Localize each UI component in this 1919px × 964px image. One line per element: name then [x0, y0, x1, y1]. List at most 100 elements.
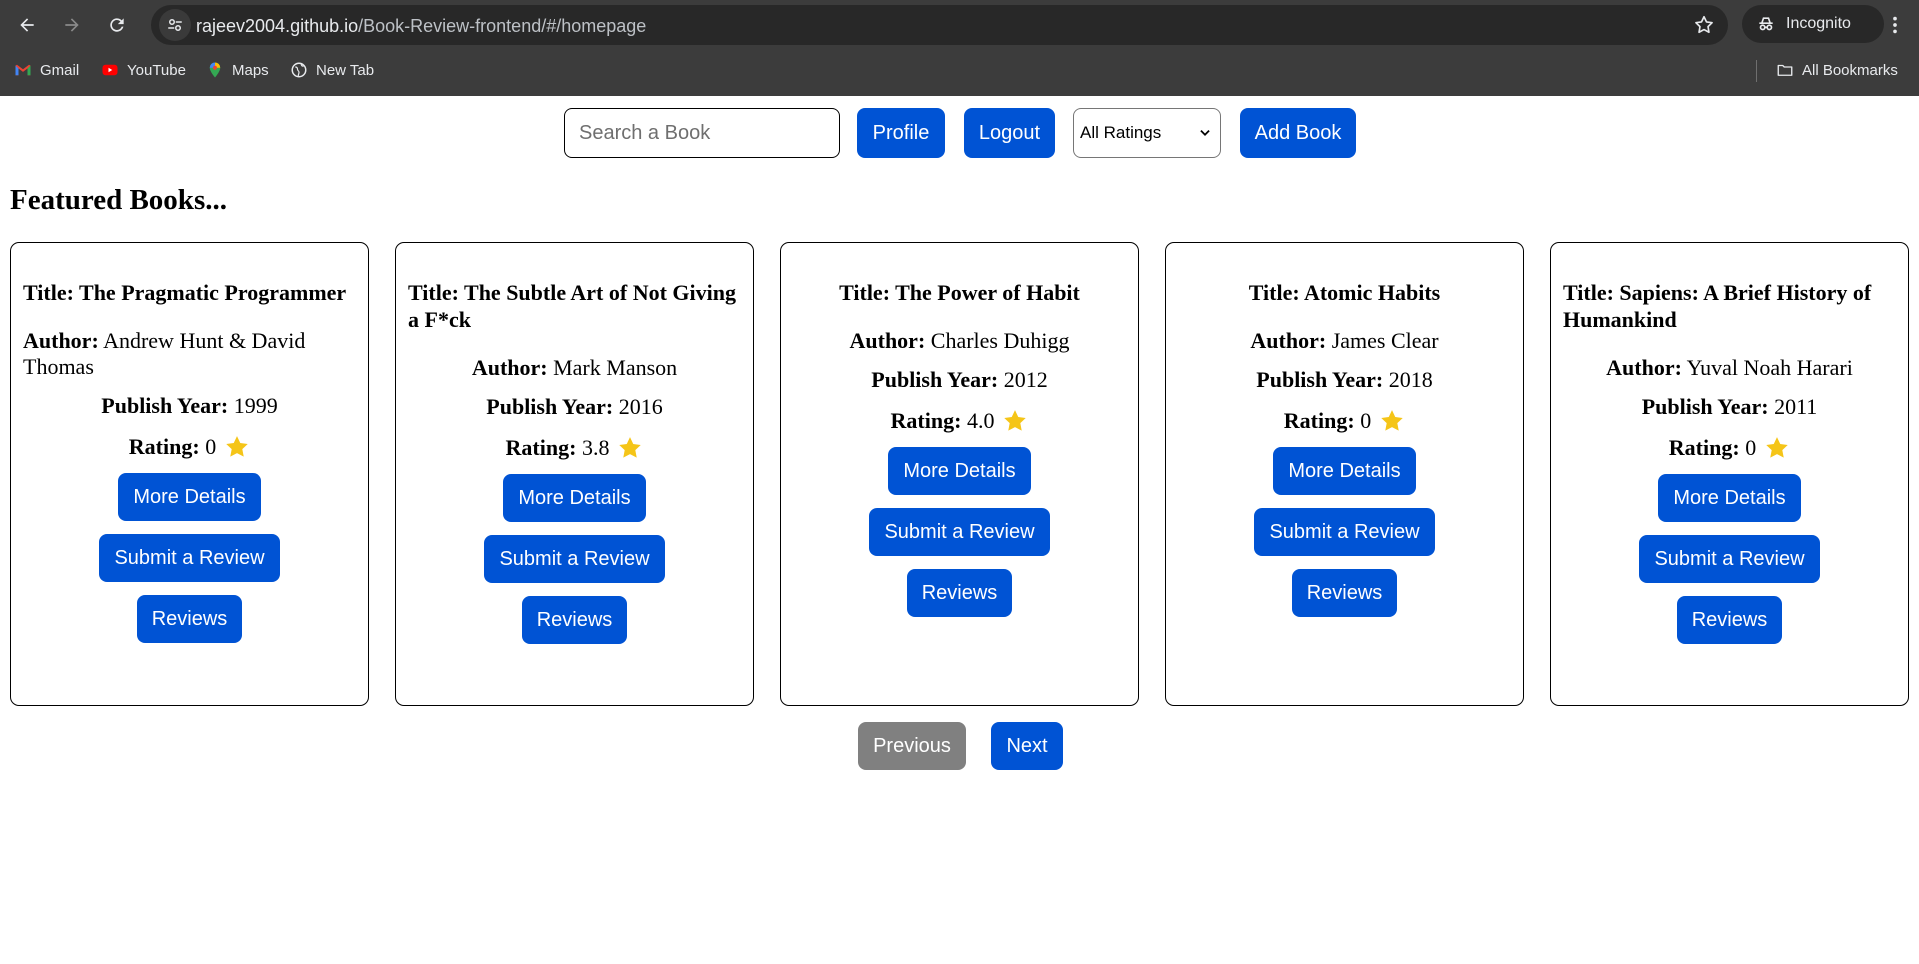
reviews-button[interactable]: Reviews: [521, 596, 628, 644]
reload-button[interactable]: [100, 8, 134, 42]
gmail-icon: [15, 64, 31, 76]
bookmark-star-button[interactable]: [1692, 13, 1716, 37]
star-icon: [619, 437, 642, 458]
address-bar[interactable]: rajeev2004.github.io/Book-Review-fronten…: [151, 5, 1728, 45]
book-author: Author: Andrew Hunt & David Thomas: [23, 328, 356, 380]
rating-label: Rating:: [890, 408, 962, 433]
book-publish-year: Publish Year: 2011: [1563, 394, 1896, 420]
bookmark-label: Maps: [232, 61, 269, 79]
publish-year-label: Publish Year:: [871, 367, 999, 392]
rating-label: Rating:: [1668, 435, 1740, 460]
book-author: Author: Mark Manson: [408, 355, 741, 381]
bookmark-maps[interactable]: Maps: [206, 58, 269, 82]
bookmark-label: New Tab: [316, 61, 375, 79]
author-label: Author:: [849, 328, 926, 353]
browser-menu-button[interactable]: [1880, 10, 1910, 40]
bookmark-youtube[interactable]: YouTube: [101, 58, 186, 82]
profile-button[interactable]: Profile: [857, 108, 945, 158]
bookmark-label: Gmail: [40, 61, 80, 79]
next-page-button[interactable]: Next: [991, 722, 1063, 770]
book-actions: More Details Submit a Review Reviews: [1178, 447, 1511, 617]
book-publish-year: Publish Year: 1999: [23, 393, 356, 419]
publish-year-label: Publish Year:: [1256, 367, 1384, 392]
book-rating: Rating: 0: [23, 434, 356, 460]
book-card: Title: The Pragmatic Programmer Author: …: [10, 242, 369, 706]
rating-label: Rating:: [128, 434, 200, 459]
submit-review-button[interactable]: Submit a Review: [1639, 535, 1820, 583]
more-details-button[interactable]: More Details: [1658, 474, 1801, 522]
book-author: Author: Charles Duhigg: [793, 328, 1126, 354]
rating-label: Rating:: [1283, 408, 1355, 433]
author-label: Author:: [23, 328, 99, 353]
star-icon: [1766, 437, 1788, 458]
tune-icon: [168, 19, 182, 31]
reviews-button[interactable]: Reviews: [1676, 596, 1783, 644]
book-title: Title: Sapiens: A Brief History of Human…: [1563, 280, 1872, 332]
incognito-indicator[interactable]: Incognito: [1742, 5, 1884, 43]
maps-icon: [209, 62, 221, 78]
more-details-button[interactable]: More Details: [503, 474, 646, 522]
book-publish-year: Publish Year: 2018: [1178, 367, 1511, 393]
publish-year-value: 2018: [1388, 367, 1433, 392]
bookmarks-divider: [1756, 60, 1757, 82]
all-bookmarks-button[interactable]: All Bookmarks: [1776, 58, 1898, 82]
more-details-button[interactable]: More Details: [1273, 447, 1416, 495]
book-publish-year: Publish Year: 2016: [408, 394, 741, 420]
browser-toolbar: rajeev2004.github.io/Book-Review-fronten…: [0, 0, 1919, 48]
submit-review-button[interactable]: Submit a Review: [1254, 508, 1435, 556]
back-button[interactable]: [10, 8, 44, 42]
book-card: Title: The Power of Habit Author: Charle…: [780, 242, 1139, 706]
arrow-left-icon: [20, 18, 34, 32]
book-title: Title: The Subtle Art of Not Giving a F*…: [408, 280, 736, 332]
book-title: Title: The Pragmatic Programmer: [23, 280, 347, 305]
star-icon: [1004, 410, 1027, 431]
page-content: Profile Logout All Ratings Add Book Feat…: [0, 96, 1919, 964]
folder-icon: [1777, 64, 1793, 76]
submit-review-button[interactable]: Submit a Review: [484, 535, 665, 583]
publish-year-value: 2011: [1774, 394, 1818, 419]
rating-value: 0: [205, 434, 217, 459]
url-text[interactable]: rajeev2004.github.io/Book-Review-fronten…: [196, 16, 646, 36]
book-rating: Rating: 3.8: [408, 435, 741, 461]
site-info-button[interactable]: [159, 9, 191, 41]
ratings-selected-value: All Ratings: [1080, 123, 1162, 142]
top-controls: Profile Logout All Ratings Add Book: [0, 108, 1919, 158]
forward-button[interactable]: [55, 8, 89, 42]
ratings-filter-select[interactable]: All Ratings: [1073, 108, 1221, 158]
previous-page-button[interactable]: Previous: [858, 722, 966, 770]
reviews-button[interactable]: Reviews: [136, 595, 243, 643]
browser-chrome: rajeev2004.github.io/Book-Review-fronten…: [0, 0, 1919, 96]
author-value: Yuval Noah Harari: [1686, 355, 1853, 380]
author-label: Author:: [1606, 355, 1682, 380]
reviews-button[interactable]: Reviews: [906, 569, 1013, 617]
author-value: Charles Duhigg: [930, 328, 1070, 353]
rating-value: 0: [1360, 408, 1372, 433]
book-author: Author: Yuval Noah Harari: [1563, 355, 1896, 381]
arrow-right-icon: [65, 18, 79, 32]
submit-review-button[interactable]: Submit a Review: [869, 508, 1050, 556]
chevron-down-icon: [1200, 130, 1210, 136]
url-host: rajeev2004.github.io: [196, 16, 359, 36]
more-details-button[interactable]: More Details: [118, 473, 261, 521]
book-actions: More Details Submit a Review Reviews: [23, 473, 356, 643]
book-card: Title: Sapiens: A Brief History of Human…: [1550, 242, 1909, 706]
bookmark-new-tab[interactable]: New Tab: [290, 58, 374, 82]
incognito-icon: [1759, 17, 1773, 31]
reviews-button[interactable]: Reviews: [1291, 569, 1398, 617]
book-card: Title: Atomic Habits Author: James Clear…: [1165, 242, 1524, 706]
globe-icon: [291, 62, 307, 78]
publish-year-label: Publish Year:: [486, 394, 614, 419]
submit-review-button[interactable]: Submit a Review: [99, 534, 280, 582]
publish-year-value: 1999: [233, 393, 278, 418]
search-input[interactable]: [564, 108, 840, 158]
more-details-button[interactable]: More Details: [888, 447, 1031, 495]
bookmark-gmail[interactable]: Gmail: [14, 58, 79, 82]
publish-year-label: Publish Year:: [1641, 394, 1769, 419]
add-book-button[interactable]: Add Book: [1240, 108, 1356, 158]
rating-value: 3.8: [581, 435, 610, 460]
rating-label: Rating:: [505, 435, 577, 460]
logout-button[interactable]: Logout: [964, 108, 1055, 158]
star-outline-icon: [1695, 15, 1713, 34]
star-icon: [226, 436, 248, 457]
author-label: Author:: [1250, 328, 1327, 353]
